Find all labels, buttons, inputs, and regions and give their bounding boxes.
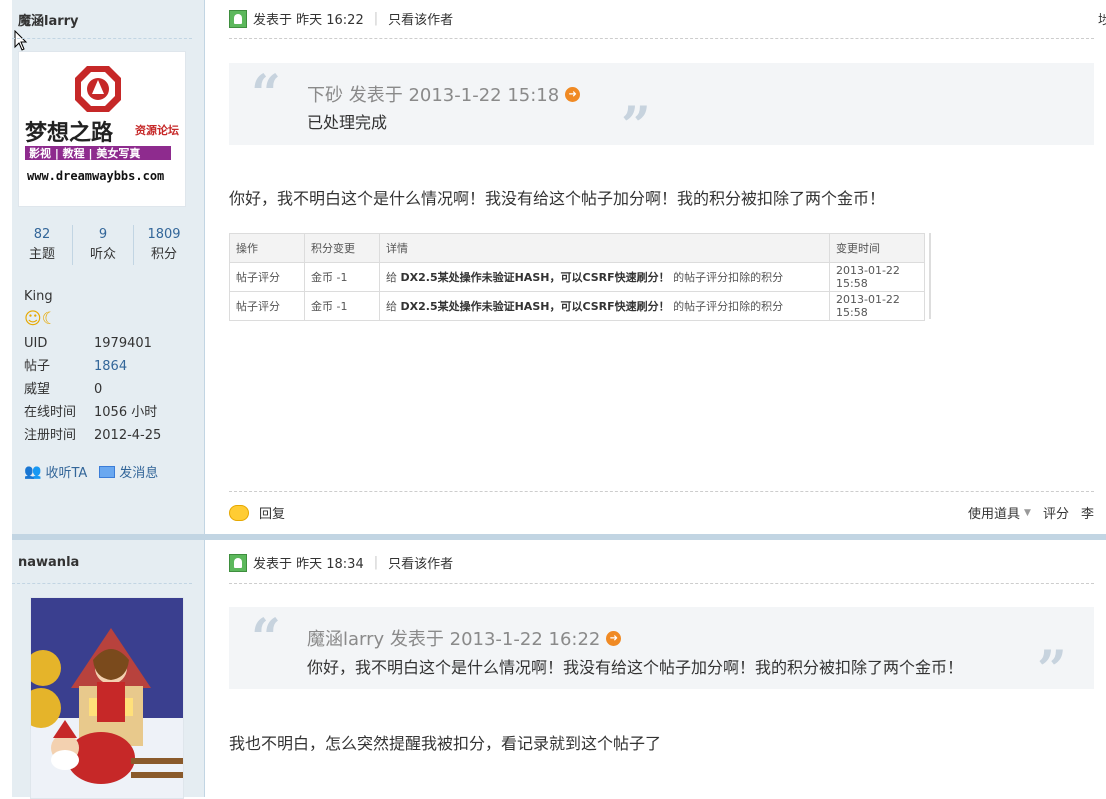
mail-icon [99, 465, 116, 478]
rate-button[interactable]: 评分 [1043, 503, 1069, 522]
post-time: 发表于 昨天 18:34 [253, 557, 364, 572]
logo-title: 梦想之路 [25, 120, 114, 146]
post-footer: 回复 使用道具 ▼ 评分 李 [229, 503, 1094, 522]
reply-icon [229, 504, 249, 521]
separator: | [373, 11, 379, 26]
logo-subtitle: 资源论坛 [135, 123, 179, 137]
follow-link[interactable]: 收听TA [45, 462, 87, 481]
rank-icons: ☺☾ [24, 308, 161, 332]
divider [229, 583, 1094, 584]
quote-author: 下砂 发表于 2013-1-22 15:18 [307, 85, 560, 106]
close-quote-icon: ” [621, 96, 651, 157]
author-name[interactable]: nawanla [18, 555, 79, 570]
table-header-row: 操作 积分变更 详情 变更时间 [229, 233, 925, 263]
rank-title: King [24, 289, 53, 304]
follow-icon: 👥 [24, 463, 42, 480]
credit-log-table: 操作 积分变更 详情 变更时间 帖子评分 金币 -1 给 DX2.5某处操作未验… [229, 233, 925, 321]
divider [12, 583, 192, 584]
mouse-cursor-icon [14, 30, 28, 51]
divider [229, 491, 1094, 492]
quote-text: 已处理完成 [307, 113, 388, 132]
only-author-link[interactable]: 只看该作者 [388, 9, 453, 28]
online-status-icon [229, 9, 247, 28]
divider [12, 38, 192, 39]
post-header: 发表于 昨天 18:34 | 只看该作者 [229, 553, 453, 572]
stat-followers[interactable]: 9 听众 [72, 225, 133, 265]
quote-block: “ 下砂 发表于 2013-1-22 15:18 ➜ 已处理完成 ” [229, 63, 1094, 153]
thread-link[interactable]: DX2.5某处操作未验证HASH，可以CSRF快速刷分！ [401, 300, 670, 313]
register-date-value: 2012-4-25 [94, 428, 162, 443]
quote-author: 魔涵larry 发表于 2013-1-22 16:22 [307, 629, 601, 650]
post-message: 我也不明白，怎么突然提醒我被扣分，看记录就到这个帖子了 [229, 734, 662, 753]
reply-button[interactable]: 回复 [259, 503, 285, 522]
table-row: 帖子评分 金币 -1 给 DX2.5某处操作未验证HASH，可以CSRF快速刷分… [229, 262, 925, 292]
online-status-icon [229, 553, 247, 572]
open-quote-icon: “ [251, 608, 281, 669]
uid-value: 1979401 [94, 336, 152, 351]
avatar-christmas-image [31, 598, 183, 798]
thread-link[interactable]: DX2.5某处操作未验证HASH，可以CSRF快速刷分！ [401, 271, 670, 284]
divider [229, 38, 1094, 39]
send-message-link[interactable]: 发消息 [119, 462, 158, 481]
table-edge [929, 233, 931, 319]
only-author-link[interactable]: 只看该作者 [388, 553, 453, 572]
quote-text: 你好，我不明白这个是什么情况啊！我没有给这个帖子加分啊！我的积分被扣除了两个金币… [307, 658, 964, 677]
logo-url: www.dreamwaybbs.com [27, 169, 164, 183]
post-message: 你好，我不明白这个是什么情况啊！我没有给这个帖子加分啊！我的积分被扣除了两个金币… [229, 189, 886, 208]
online-time-value: 1056 小时 [94, 405, 158, 420]
use-tools-button[interactable]: 使用道具 [968, 503, 1020, 522]
author-actions: 👥 收听TA 发消息 [24, 462, 158, 482]
author-name[interactable]: 魔涵larry [18, 10, 79, 29]
avatar-logo-image: 梦想之路 资源论坛 影视 | 教程 | 美女写真 www.dreamwaybbs… [25, 58, 179, 200]
jump-to-post-icon[interactable]: ➜ [606, 630, 622, 646]
post-header: 发表于 昨天 16:22 | 只看该作者 [229, 9, 453, 28]
smile-moon-icon: ☺☾ [24, 309, 57, 329]
logo-tagline: 影视 | 教程 | 美女写真 [29, 146, 140, 160]
author-info: King ☺☾ UID 1979401 帖子 1864 威望 0 在线时间 1056 小… [24, 285, 161, 447]
avatar[interactable]: 梦想之路 资源论坛 影视 | 教程 | 美女写真 www.dreamwaybbs… [18, 51, 186, 207]
jump-to-post-icon[interactable]: ➜ [565, 86, 581, 102]
posts-count-link[interactable]: 1864 [94, 359, 127, 374]
stat-threads[interactable]: 82 主题 [12, 225, 72, 265]
open-quote-icon: “ [251, 64, 281, 125]
post-time: 发表于 昨天 16:22 [253, 13, 364, 28]
quote-block: “ 魔涵larry 发表于 2013-1-22 16:22 ➜ 你好，我不明白这… [229, 607, 1094, 697]
close-quote-icon: ” [1037, 640, 1067, 701]
avatar[interactable] [30, 597, 184, 799]
stat-points[interactable]: 1809 积分 [133, 225, 194, 265]
table-row: 帖子评分 金币 -1 给 DX2.5某处操作未验证HASH，可以CSRF快速刷分… [229, 291, 925, 321]
post-separator [12, 534, 1106, 540]
prestige-value: 0 [94, 382, 103, 397]
separator: | [373, 555, 379, 570]
report-button[interactable]: 李 [1081, 503, 1094, 522]
chevron-down-icon: ▼ [1024, 507, 1031, 518]
author-stats: 82 主题 9 听众 1809 积分 [12, 225, 194, 265]
floor-number[interactable]: 埗 [1098, 9, 1106, 28]
